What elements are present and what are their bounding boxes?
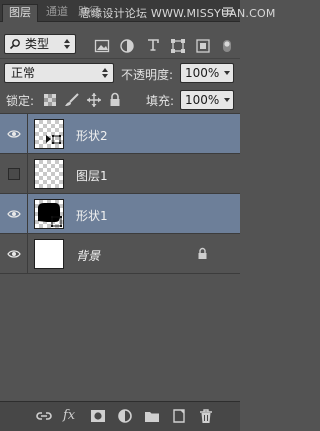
layer-name[interactable]: 背景 — [76, 247, 100, 264]
layer-row-shape1[interactable]: 形状1 — [0, 194, 240, 234]
layer-name[interactable]: 图层1 — [76, 167, 108, 184]
chevron-updown-icon — [101, 67, 109, 79]
fill-label: 填充: — [146, 94, 175, 108]
new-layer-icon[interactable] — [171, 408, 187, 424]
search-icon — [9, 39, 20, 50]
layer-thumbnail — [34, 159, 64, 189]
fill-dropdown-arrow-icon[interactable] — [224, 98, 230, 102]
smart-object-filter-icon[interactable] — [195, 38, 211, 54]
lock-all-icon[interactable] — [108, 92, 124, 108]
watermark-text: 思缘设计论坛 WWW.MISSYUAN.COM — [80, 7, 276, 20]
fill-value: 100% — [185, 93, 220, 107]
filter-toggle-icon[interactable] — [220, 38, 236, 54]
link-layers-icon[interactable] — [36, 408, 52, 424]
image-filter-icon[interactable] — [94, 38, 110, 54]
hidden-visibility-box — [8, 168, 20, 180]
filter-row: 类型 — [0, 31, 240, 57]
filter-type-label: 类型 — [25, 37, 50, 51]
layer-row-shape2[interactable]: 形状2 — [0, 114, 240, 154]
eye-icon — [7, 210, 21, 218]
layer-row-layer1[interactable]: 图层1 — [0, 154, 240, 194]
opacity-label: 不透明度: — [121, 68, 174, 82]
layer-name[interactable]: 形状2 — [76, 127, 108, 144]
lock-position-icon[interactable] — [86, 92, 102, 108]
fill-field[interactable]: 100% — [180, 90, 234, 110]
eye-icon — [7, 130, 21, 138]
blend-mode-value: 正常 — [11, 66, 36, 80]
layer-name[interactable]: 形状1 — [76, 207, 108, 224]
opacity-value: 100% — [185, 66, 220, 80]
eye-icon — [7, 250, 21, 258]
panel-menu-icon[interactable] — [222, 5, 234, 17]
add-mask-icon[interactable] — [90, 408, 106, 424]
shape-filter-icon[interactable] — [170, 38, 186, 54]
lock-row: 锁定: 填充: 100% — [0, 87, 240, 113]
new-group-icon[interactable] — [144, 408, 160, 424]
adjustment-layer-icon[interactable] — [117, 408, 133, 424]
adjustment-filter-icon[interactable] — [119, 38, 135, 54]
opacity-field[interactable]: 100% — [180, 63, 234, 83]
lock-transparent-pixels-icon[interactable] — [43, 93, 59, 109]
bottom-toolbar: fx — [0, 401, 240, 431]
delete-icon[interactable] — [198, 408, 214, 424]
blend-row: 正常 不透明度: 100% — [0, 58, 240, 86]
layer-thumbnail — [34, 119, 64, 149]
opacity-dropdown-arrow-icon[interactable] — [224, 71, 230, 75]
tab-layers[interactable]: 图层 — [2, 4, 38, 22]
fx-icon[interactable]: fx — [63, 408, 79, 424]
tab-channels[interactable]: 通道 — [46, 4, 68, 22]
filter-type-dropdown[interactable]: 类型 — [4, 34, 76, 54]
layer-thumbnail — [34, 239, 64, 269]
layer-thumbnail — [34, 199, 64, 229]
type-filter-icon[interactable] — [145, 37, 161, 53]
layer-row-background[interactable]: 背景 — [0, 234, 240, 274]
chevron-updown-icon — [63, 38, 71, 50]
panel-tabbar: 图层 通道 路径 思缘设计论坛 WWW.MISSYUAN.COM — [0, 0, 275, 22]
lock-image-pixels-icon[interactable] — [64, 93, 80, 109]
layers-empty-area — [0, 274, 240, 401]
visibility-toggle[interactable] — [0, 194, 28, 234]
black-shape-thumbnail-icon — [38, 203, 62, 227]
shape-layer-badge-icon — [46, 135, 61, 144]
blend-mode-dropdown[interactable]: 正常 — [4, 63, 114, 83]
lock-label: 锁定: — [6, 94, 35, 108]
visibility-toggle[interactable] — [0, 154, 28, 194]
lock-icon — [198, 247, 207, 259]
layers-list: 形状2 图层1 形状1 背景 — [0, 113, 240, 274]
visibility-toggle[interactable] — [0, 114, 28, 154]
visibility-toggle[interactable] — [0, 234, 28, 274]
